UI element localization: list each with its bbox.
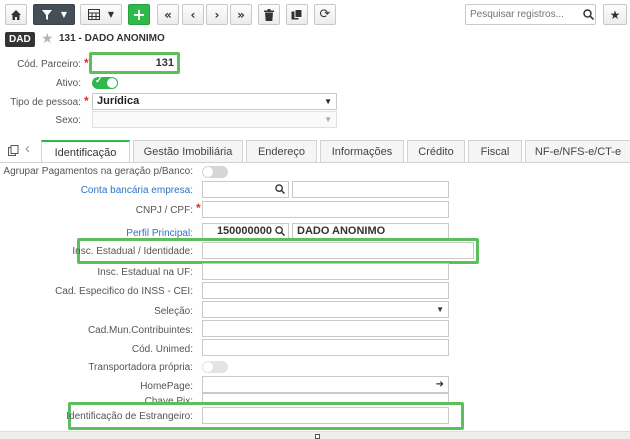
- favorite-button[interactable]: ★: [603, 4, 627, 25]
- cod-parceiro-field[interactable]: 131: [92, 55, 177, 71]
- ativo-toggle[interactable]: ✓: [92, 75, 118, 89]
- record-badge: DAD: [5, 32, 35, 47]
- tab-gestao-imobiliaria[interactable]: Gestão Imobiliária: [133, 140, 243, 162]
- arrow-right-icon[interactable]: ➜: [436, 377, 444, 392]
- insc-estadual-label: Insc. Estadual / Identidade:: [72, 246, 193, 257]
- tab-label: Crédito: [418, 145, 454, 158]
- estrangeiro-field[interactable]: [202, 407, 449, 424]
- previous-record-button[interactable]: ‹: [182, 4, 204, 25]
- tab-divider: [0, 162, 630, 163]
- tab-label: Fiscal: [480, 145, 510, 158]
- duplicate-button[interactable]: [286, 4, 308, 25]
- insc-estadual-field[interactable]: [202, 242, 474, 259]
- tab-fiscal[interactable]: Fiscal: [468, 140, 522, 162]
- tab-nfe[interactable]: NF-e/NFS-e/CT-e: [525, 140, 630, 162]
- double-chevron-left-icon: «: [164, 7, 172, 22]
- grid-icon: [87, 9, 100, 20]
- selecao-label: Seleção:: [154, 306, 193, 317]
- chevron-left-icon: ‹: [190, 7, 196, 22]
- record-title: 131 - DADO ANONIMO: [59, 33, 165, 44]
- add-button[interactable]: +: [128, 4, 150, 25]
- home-button[interactable]: [5, 4, 27, 25]
- tab-informacoes[interactable]: Informações: [320, 140, 404, 162]
- copy-icon[interactable]: [8, 145, 19, 156]
- ativo-label: Ativo:: [55, 78, 81, 89]
- double-chevron-right-icon: »: [237, 7, 245, 22]
- star-icon: ★: [609, 7, 621, 22]
- filter-button[interactable]: ▼: [33, 4, 75, 25]
- delete-button[interactable]: [258, 4, 280, 25]
- cod-parceiro-value: 131: [155, 57, 174, 69]
- home-icon: [11, 9, 21, 20]
- agrupar-label: Agrupar Pagamentos na geração p/Banco:: [3, 166, 193, 177]
- insc-uf-label: Insc. Estadual na UF:: [97, 267, 193, 278]
- chevron-right-icon: ›: [214, 7, 220, 22]
- tabs-scroll-left-icon[interactable]: ‹: [25, 140, 30, 157]
- first-record-button[interactable]: «: [157, 4, 179, 25]
- homepage-field[interactable]: ➜: [202, 376, 449, 393]
- sexo-select[interactable]: ▼: [92, 111, 337, 128]
- chevron-down-icon: ▼: [436, 305, 444, 314]
- search-icon[interactable]: [275, 226, 285, 236]
- tab-credito[interactable]: Crédito: [407, 140, 465, 162]
- search-input[interactable]: [465, 4, 596, 25]
- transportadora-label: Transportadora própria:: [88, 362, 193, 373]
- tab-label: NF-e/NFS-e/CT-e: [534, 145, 622, 158]
- cad-inss-label: Cad. Especifico do INSS - CEI:: [55, 286, 193, 297]
- selecao-select[interactable]: ▼: [202, 301, 449, 318]
- refresh-button[interactable]: ⟳: [314, 4, 336, 25]
- estrangeiro-label: Identificação de Estrangeiro:: [66, 411, 193, 422]
- conta-bancaria-label[interactable]: Conta bancária empresa:: [81, 185, 193, 196]
- required-marker: *: [84, 56, 89, 70]
- required-marker: *: [84, 94, 89, 108]
- chevron-down-icon: ▼: [60, 10, 68, 19]
- conta-bancaria-name-field[interactable]: [292, 181, 449, 198]
- required-marker: *: [196, 201, 201, 215]
- last-record-button[interactable]: »: [230, 4, 252, 25]
- cod-unimed-label: Cód. Unimed:: [131, 344, 193, 355]
- perfil-code-value: 150000000: [216, 225, 272, 237]
- tab-identificacao[interactable]: Identificação: [41, 140, 130, 163]
- tipo-pessoa-label: Tipo de pessoa:: [10, 97, 81, 108]
- plus-icon: +: [132, 5, 146, 24]
- refresh-icon: ⟳: [319, 7, 331, 22]
- filter-icon: [41, 9, 52, 20]
- tipo-pessoa-value: Jurídica: [97, 95, 140, 107]
- grid-view-button[interactable]: ▼: [80, 4, 122, 25]
- copy-icon: [291, 8, 303, 19]
- conta-bancaria-code-field[interactable]: [202, 181, 289, 198]
- trash-icon: [264, 8, 274, 21]
- search-icon[interactable]: [275, 184, 285, 194]
- tab-label: Identificação: [54, 146, 117, 159]
- next-record-button[interactable]: ›: [206, 4, 228, 25]
- cad-inss-field[interactable]: [202, 282, 449, 299]
- perfil-name-value: DADO ANONIMO: [297, 225, 386, 237]
- check-icon: ✓: [95, 75, 103, 85]
- tab-label: Endereço: [257, 145, 306, 158]
- cad-mun-field[interactable]: [202, 320, 449, 337]
- cod-unimed-field[interactable]: [202, 339, 449, 356]
- cod-parceiro-label: Cód. Parceiro:: [17, 59, 81, 70]
- star-outline-icon[interactable]: ★: [41, 30, 54, 47]
- transportadora-toggle[interactable]: [202, 361, 228, 373]
- chevron-down-icon: ▼: [324, 115, 332, 124]
- cad-mun-label: Cad.Mun.Contribuintes:: [87, 325, 193, 336]
- chevron-down-icon: ▼: [107, 10, 115, 19]
- tab-label: Informações: [331, 145, 393, 158]
- search-icon[interactable]: [583, 9, 594, 20]
- cnpj-field[interactable]: [202, 201, 449, 218]
- insc-uf-field[interactable]: [202, 263, 449, 280]
- agrupar-toggle[interactable]: [202, 166, 228, 178]
- chevron-down-icon: ▼: [324, 97, 332, 106]
- tab-label: Gestão Imobiliária: [143, 145, 233, 158]
- tipo-pessoa-select[interactable]: Jurídica ▼: [92, 93, 337, 110]
- homepage-label: HomePage:: [140, 381, 193, 392]
- tab-endereco[interactable]: Endereço: [246, 140, 317, 162]
- cnpj-label: CNPJ / CPF:: [135, 205, 193, 216]
- resize-handle[interactable]: [315, 434, 320, 439]
- sexo-label: Sexo:: [55, 115, 81, 126]
